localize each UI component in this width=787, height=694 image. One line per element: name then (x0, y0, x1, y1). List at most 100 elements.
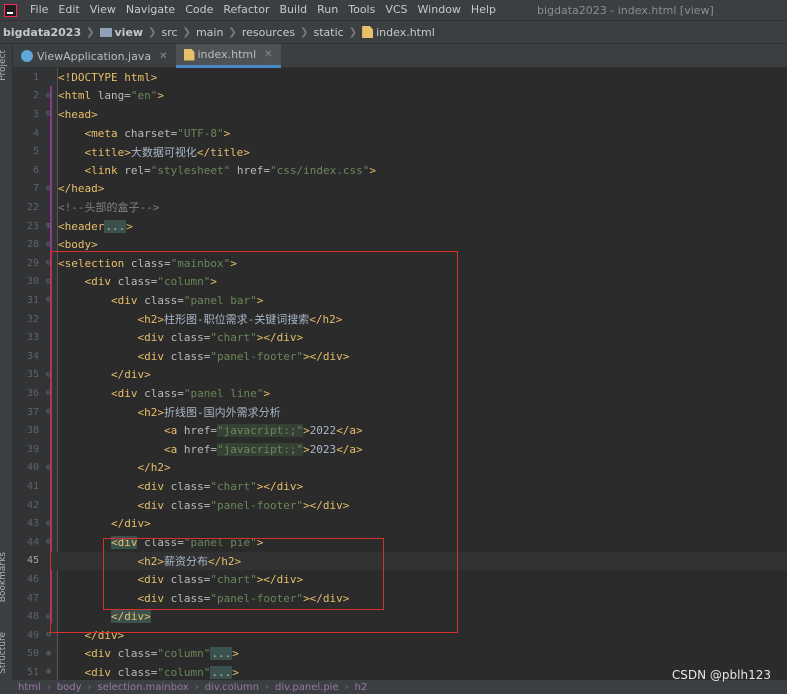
breadcrumb-div-panel-pie[interactable]: div.panel.pie (275, 682, 339, 693)
folded-region[interactable]: ... (210, 647, 233, 661)
menu-run[interactable]: Run (312, 0, 343, 20)
code-line[interactable]: 46 <div class="chart"></div> (13, 570, 787, 589)
code-line[interactable]: 37 ⊖ <h2>折线图-国内外需求分析 (13, 403, 787, 422)
fold-marker-icon[interactable]: ⊖ (39, 537, 58, 547)
code-line[interactable]: 5 <title>大数据可视化</title> (13, 142, 787, 161)
fold-marker-icon[interactable]: ⊖ (39, 612, 58, 622)
code-line[interactable]: 39 <a href="javacript:;">2023</a> (13, 440, 787, 459)
crumb-static[interactable]: static (314, 26, 344, 39)
menu-bar: File Edit View Navigate Code Refactor Bu… (0, 0, 787, 20)
menu-help[interactable]: Help (466, 0, 501, 20)
attribute: rel= (117, 163, 151, 177)
code-line[interactable]: 23 ⊕ <header...> (13, 217, 787, 236)
fold-marker-icon[interactable]: ⊖ (39, 370, 58, 380)
code-line[interactable]: 42 <div class="panel-footer"></div> (13, 496, 787, 515)
code-text: </div> (58, 610, 151, 624)
crumb-resources[interactable]: resources (242, 26, 295, 39)
code-line[interactable]: 47 <div class="panel-footer"></div> (13, 589, 787, 608)
breadcrumb-body[interactable]: body (57, 682, 82, 693)
fold-marker-icon[interactable]: ⊖ (39, 463, 58, 473)
code-line[interactable]: 34 <div class="panel-footer"></div> (13, 347, 787, 366)
tab-view-application-java[interactable]: ViewApplication.java ✕ (13, 44, 176, 68)
breadcrumb-div-column[interactable]: div.column (205, 682, 259, 693)
menu-build[interactable]: Build (275, 0, 313, 20)
code-line[interactable]: 31 ⊖ <div class="panel bar"> (13, 291, 787, 310)
menu-file[interactable]: File (25, 0, 53, 20)
fold-marker-icon[interactable]: ⊖ (39, 258, 58, 268)
fold-marker-icon[interactable]: ⊖ (39, 109, 58, 119)
fold-marker-icon[interactable]: ⊖ (39, 519, 58, 529)
code-line[interactable]: 49 ⊖ </div> (13, 626, 787, 645)
crumb-main[interactable]: main (196, 26, 223, 39)
code-text: <!DOCTYPE html> (58, 71, 157, 84)
tag: > (256, 293, 264, 307)
tab-index-html[interactable]: index.html ✕ (175, 44, 281, 68)
fold-marker-icon[interactable]: ⊖ (39, 295, 58, 305)
code-text: <selection class="mainbox"> (58, 257, 237, 270)
menu-tools[interactable]: Tools (343, 0, 380, 20)
code-line[interactable]: 35 ⊖ </div> (13, 366, 787, 385)
crumb-index-html[interactable]: index.html (362, 26, 435, 39)
code-line[interactable]: 41 <div class="chart"></div> (13, 477, 787, 496)
attribute: lang= (91, 89, 131, 103)
crumb-project[interactable]: bigdata2023 (3, 26, 81, 39)
close-icon[interactable]: ✕ (264, 49, 272, 60)
attribute: class= (163, 591, 211, 605)
fold-marker-icon[interactable]: ⊖ (39, 184, 58, 194)
code-line[interactable]: 28 ⊖ <body> (13, 235, 787, 254)
code-line[interactable]: 51 ⊕ <div class="column"...> (13, 663, 787, 680)
code-line[interactable]: 22 <!--头部的盒子--> (13, 198, 787, 217)
menu-refactor[interactable]: Refactor (218, 0, 274, 20)
code-line[interactable]: 50 ⊕ <div class="column"...> (13, 645, 787, 664)
attribute: class= (163, 331, 211, 345)
menu-code[interactable]: Code (180, 0, 218, 20)
code-line[interactable]: 4 <meta charset="UTF-8"> (13, 124, 787, 143)
fold-marker-icon[interactable]: ⊕ (39, 667, 58, 677)
breadcrumb-html[interactable]: html (18, 682, 41, 693)
fold-marker-icon[interactable]: ⊖ (39, 91, 58, 101)
code-line[interactable]: 29 ⊖ <selection class="mainbox"> (13, 254, 787, 273)
project-tool-button[interactable]: Project (0, 50, 8, 81)
fold-marker-icon[interactable]: ⊕ (39, 221, 58, 231)
crumb-src[interactable]: src (161, 26, 177, 39)
code-line[interactable]: 6 <link rel="stylesheet" href="css/index… (13, 161, 787, 180)
breadcrumb-h2[interactable]: h2 (355, 682, 368, 693)
code-line[interactable]: 33 <div class="chart"></div> (13, 328, 787, 347)
tag: </a> (336, 442, 363, 456)
bookmarks-tool-button[interactable]: Bookmarks (0, 552, 8, 602)
fold-marker-icon[interactable]: ⊕ (39, 649, 58, 659)
code-line[interactable]: 44 ⊖ <div class="panel pie"> (13, 533, 787, 552)
code-line[interactable]: 1 <!DOCTYPE html> (13, 68, 787, 87)
menu-vcs[interactable]: VCS (380, 0, 412, 20)
code-line-current[interactable]: 45 <h2>薪资分布</h2> (13, 551, 787, 571)
line-number: 43 (26, 518, 39, 530)
code-line[interactable]: 32 <h2>柱形图-职位需求-关键词搜索</h2> (13, 310, 787, 329)
crumb-view[interactable]: view (99, 26, 143, 39)
line-number: 34 (26, 350, 39, 362)
code-line[interactable]: 43 ⊖ </div> (13, 514, 787, 533)
code-line[interactable]: 3 ⊖ <head> (13, 105, 787, 124)
menu-view[interactable]: View (85, 0, 121, 20)
menu-edit[interactable]: Edit (53, 0, 84, 20)
code-editor[interactable]: 1 <!DOCTYPE html> 2 ⊖ <html lang="en"> 3 ⊖… (13, 68, 787, 680)
fold-marker-icon[interactable]: ⊖ (39, 277, 58, 287)
chevron-right-icon: › (46, 681, 51, 693)
breadcrumb-selection-mainbox[interactable]: selection.mainbox (98, 682, 189, 693)
code-line[interactable]: 30 ⊖ <div class="column"> (13, 273, 787, 292)
code-line[interactable]: 36 ⊖ <div class="panel line"> (13, 384, 787, 403)
close-icon[interactable]: ✕ (159, 51, 167, 62)
fold-marker-icon[interactable]: ⊖ (39, 240, 58, 250)
menu-navigate[interactable]: Navigate (121, 0, 180, 20)
fold-marker-icon[interactable]: ⊖ (39, 630, 58, 640)
menu-window[interactable]: Window (413, 0, 466, 20)
code-line[interactable]: 38 <a href="javacript:;">2022</a> (13, 421, 787, 440)
folded-region[interactable]: ... (210, 665, 233, 679)
code-line[interactable]: 40 ⊖ </h2> (13, 459, 787, 478)
code-line[interactable]: 48 ⊖ </div> (13, 607, 787, 626)
code-line[interactable]: 7 ⊖ </head> (13, 180, 787, 199)
fold-marker-icon[interactable]: ⊖ (39, 407, 58, 417)
code-line[interactable]: 2 ⊖ <html lang="en"> (13, 87, 787, 106)
structure-tool-button[interactable]: Structure (0, 632, 8, 674)
folded-region[interactable]: ... (104, 219, 127, 233)
fold-marker-icon[interactable]: ⊖ (39, 388, 58, 398)
